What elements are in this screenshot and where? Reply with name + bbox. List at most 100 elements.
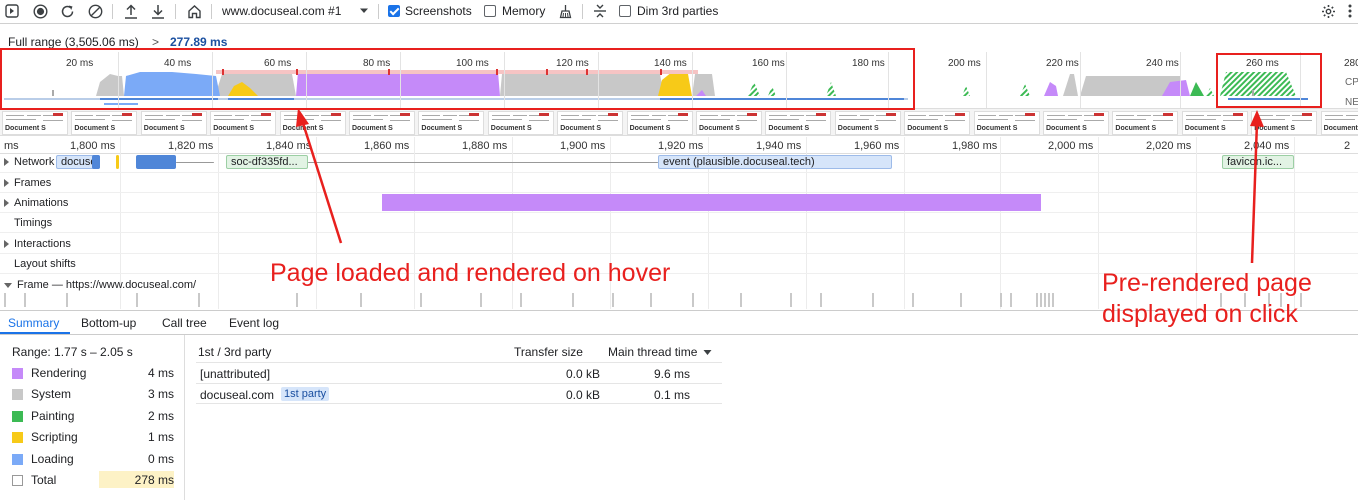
thumbnail-badge bbox=[677, 113, 688, 116]
screenshot-thumbnail[interactable]: Document S bbox=[71, 111, 138, 135]
screenshot-thumbnail[interactable]: Document S bbox=[904, 111, 971, 135]
thumbnail-line bbox=[443, 115, 458, 116]
thumbnail-line bbox=[251, 115, 262, 116]
thumbnail-line bbox=[144, 119, 175, 120]
tab-bottom-up[interactable]: Bottom-up bbox=[81, 316, 136, 330]
column-header-main-thread[interactable]: Main thread time bbox=[608, 345, 712, 359]
screenshot-thumbnail[interactable]: Document S bbox=[279, 111, 346, 135]
clear-icon[interactable] bbox=[87, 3, 103, 19]
screenshot-thumbnail[interactable]: Document S bbox=[557, 111, 624, 135]
network-request-bar[interactable]: favicon.ic... bbox=[1222, 155, 1294, 169]
thumbnail-line bbox=[165, 115, 180, 116]
screenshot-thumbnail[interactable]: Document S bbox=[765, 111, 832, 135]
table-row[interactable]: [unattributed] 0.0 kB 9.6 ms bbox=[196, 362, 722, 383]
expand-icon[interactable] bbox=[4, 179, 9, 188]
overview-tick: 240 ms bbox=[1146, 58, 1179, 69]
breadcrumb-full-range[interactable]: Full range (3,505.06 ms) bbox=[8, 35, 139, 49]
thumbnail-badge bbox=[608, 113, 619, 116]
animation-bar[interactable] bbox=[382, 194, 1041, 211]
thumbnail-line bbox=[945, 120, 966, 121]
screenshot-thumbnail[interactable]: Document S bbox=[210, 111, 277, 135]
screenshot-thumbnail[interactable]: Document S bbox=[973, 111, 1040, 135]
thumbnail-line bbox=[667, 115, 678, 116]
upload-icon[interactable] bbox=[123, 3, 139, 19]
expand-icon[interactable] bbox=[4, 158, 9, 167]
chevron-down-icon[interactable] bbox=[356, 3, 372, 19]
screenshot-thumbnail[interactable]: Document S bbox=[1251, 111, 1318, 135]
screenshot-thumbnail[interactable]: Document S bbox=[626, 111, 693, 135]
reload-icon[interactable] bbox=[59, 3, 75, 19]
thumbnail-line bbox=[320, 115, 331, 116]
screenshot-thumbnail[interactable]: Document S bbox=[834, 111, 901, 135]
screenshot-thumbnail[interactable]: Document S bbox=[418, 111, 485, 135]
expand-icon[interactable] bbox=[4, 199, 9, 208]
thumbnail-title: Document S bbox=[282, 125, 324, 132]
expand-icon[interactable] bbox=[4, 240, 9, 249]
thumbnail-line bbox=[769, 119, 800, 120]
sidebar-toggle-icon[interactable] bbox=[4, 3, 20, 19]
track-interactions[interactable]: Interactions bbox=[0, 234, 1358, 254]
summary-value: 4 ms bbox=[147, 366, 174, 380]
collapse-icon[interactable] bbox=[592, 3, 608, 19]
thumbnail-line bbox=[1324, 115, 1343, 116]
tab-event-log[interactable]: Event log bbox=[229, 316, 279, 330]
profile-select[interactable]: www.docuseal.com #1 bbox=[222, 4, 341, 18]
network-request-segment[interactable] bbox=[116, 155, 119, 169]
thumbnail-line bbox=[1324, 119, 1355, 120]
screenshot-thumbnail[interactable]: Document S bbox=[1043, 111, 1109, 135]
thumbnail-line bbox=[112, 115, 123, 116]
thumbnail-badge bbox=[191, 113, 202, 116]
screenshot-thumbnail[interactable]: Document S bbox=[487, 111, 554, 135]
screenshots-strip[interactable]: Document S Document S Document S Document S… bbox=[0, 108, 1358, 136]
dim-third-parties-checkbox[interactable] bbox=[619, 5, 631, 17]
screenshot-thumbnail[interactable]: Document S bbox=[1112, 111, 1179, 135]
thumbnail-line bbox=[390, 120, 410, 121]
track-frames[interactable]: Frames bbox=[0, 173, 1358, 193]
breadcrumb-current[interactable]: 277.89 ms bbox=[170, 35, 227, 49]
screenshots-checkbox[interactable] bbox=[388, 5, 400, 17]
track-network[interactable]: docuseal soc-df335fd... event (plausible… bbox=[0, 153, 1358, 173]
network-request-bar[interactable]: soc-df335fd... bbox=[226, 155, 308, 169]
thumbnail-line bbox=[181, 115, 192, 116]
column-header-party[interactable]: 1st / 3rd party bbox=[198, 345, 271, 359]
track-timings-label: Timings bbox=[4, 217, 52, 229]
screenshot-thumbnail[interactable]: Document S bbox=[1181, 111, 1248, 135]
screenshot-thumbnail[interactable]: Document S bbox=[1320, 111, 1358, 135]
network-request-segment[interactable] bbox=[92, 155, 100, 169]
memory-checkbox[interactable] bbox=[484, 5, 496, 17]
track-animations[interactable]: Animations bbox=[0, 193, 1358, 213]
tab-call-tree[interactable]: Call tree bbox=[162, 316, 207, 330]
thumbnail-line bbox=[838, 119, 869, 120]
screenshot-thumbnail[interactable]: Document S bbox=[349, 111, 415, 135]
garbage-collect-icon[interactable] bbox=[557, 3, 573, 19]
performance-panel: www.docuseal.com #1 Screenshots Memory D… bbox=[0, 0, 1358, 500]
track-frames-label: Frames bbox=[4, 177, 51, 189]
ruler-tick: 1,960 ms bbox=[854, 140, 900, 152]
thumbnail-line bbox=[43, 115, 53, 116]
column-header-transfer[interactable]: Transfer size bbox=[514, 345, 583, 359]
thumbnail-line bbox=[977, 115, 996, 116]
record-icon[interactable] bbox=[32, 3, 48, 19]
screenshot-thumbnail[interactable]: Document S bbox=[696, 111, 762, 135]
download-icon[interactable] bbox=[150, 3, 166, 19]
network-request-segment[interactable] bbox=[136, 155, 176, 169]
track-frame-label: Frame — https://www.docuseal.com/ bbox=[4, 279, 196, 291]
thumbnail-line bbox=[528, 120, 549, 121]
screenshot-thumbnail[interactable]: Document S bbox=[140, 111, 207, 135]
gear-icon[interactable] bbox=[1320, 3, 1336, 19]
more-options-icon[interactable] bbox=[1342, 3, 1358, 19]
screenshot-thumbnail[interactable]: Document S bbox=[2, 111, 68, 135]
summary-range: Range: 1.77 s – 2.05 s bbox=[12, 345, 133, 359]
track-layout-shifts-label: Layout shifts bbox=[4, 258, 76, 270]
track-timings[interactable]: Timings bbox=[0, 213, 1358, 233]
network-request-bar[interactable]: event (plausible.docuseal.tech) bbox=[658, 155, 892, 169]
tab-summary[interactable]: Summary bbox=[8, 316, 59, 330]
summary-label: Scripting bbox=[31, 430, 78, 444]
track-animations-title: Animations bbox=[14, 197, 69, 209]
home-icon[interactable] bbox=[186, 3, 202, 19]
summary-label: Painting bbox=[31, 409, 75, 423]
table-row[interactable]: docuseal.com 1st party 0.0 kB 0.1 ms bbox=[196, 383, 722, 404]
collapse-icon[interactable] bbox=[4, 282, 12, 288]
annotation-click-text-line2: displayed on click bbox=[1102, 300, 1298, 328]
thumbnail-line bbox=[422, 119, 453, 120]
